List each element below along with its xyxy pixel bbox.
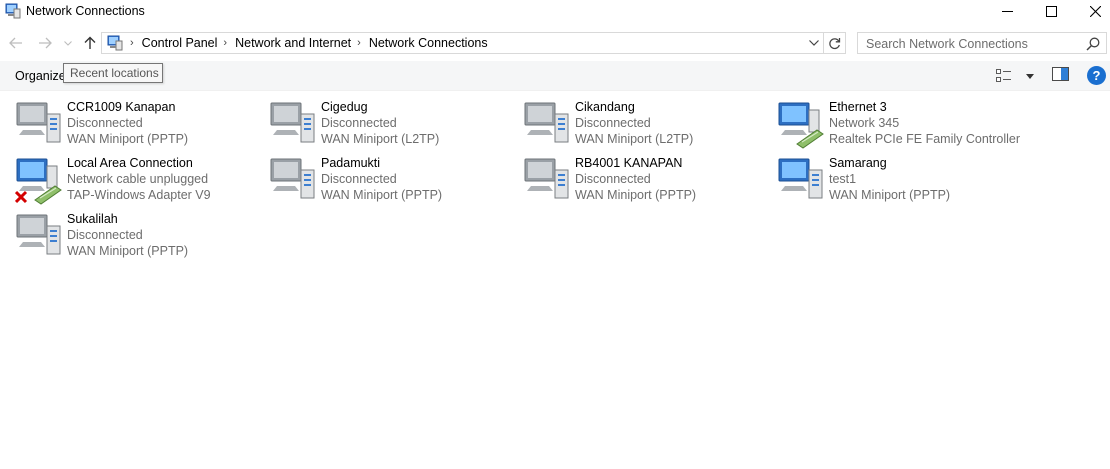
forward-button[interactable] [36,34,54,52]
connection-item-cigedug[interactable]: Cigedug Disconnected WAN Miniport (L2TP) [269,98,519,150]
connection-item-local-area-connection[interactable]: Local Area Connection Network cable unpl… [15,154,265,206]
back-button[interactable] [7,34,25,52]
help-button[interactable]: ? [1087,66,1106,85]
connection-device: WAN Miniport (L2TP) [575,132,694,146]
close-button[interactable] [1072,0,1110,22]
connection-status: Disconnected [67,228,143,242]
connection-status: Disconnected [575,172,651,186]
connection-device: TAP-Windows Adapter V9 [67,188,211,202]
preview-pane-button[interactable] [1052,67,1070,85]
chevron-down-icon [809,40,819,46]
ethernet-unplugged-icon [15,158,62,205]
vpn-connection-icon [16,214,61,255]
connection-device: WAN Miniport (L2TP) [321,132,440,146]
search-input[interactable]: Search Network Connections [857,32,1107,54]
connection-item-rb4001-kanapan[interactable]: RB4001 KANAPAN Disconnected WAN Miniport… [523,154,773,206]
maximize-button[interactable] [1028,0,1074,22]
details-view-icon [996,69,1011,82]
network-connections-icon [107,35,123,51]
connection-device: WAN Miniport (PPTP) [67,132,189,146]
connection-name: Sukalilah [67,212,118,226]
vpn-connection-icon [524,158,569,199]
address-history-dropdown[interactable] [807,36,821,50]
vpn-connected-icon [778,158,823,199]
close-icon [1089,5,1101,17]
connection-name: Ethernet 3 [829,100,887,114]
ethernet-connection-icon [778,102,824,149]
connection-item-ccr1009-kanapan[interactable]: CCR1009 Kanapan Disconnected WAN Minipor… [15,98,265,150]
search-icon [1086,37,1100,51]
refresh-icon [829,37,841,49]
chevron-down-icon [64,40,72,46]
connection-device: Realtek PCIe FE Family Controller [829,132,1021,146]
breadcrumb-control-panel[interactable]: Control Panel [142,36,218,50]
connection-status: Disconnected [321,116,397,130]
breadcrumb-network-connections[interactable]: Network Connections [369,36,488,50]
network-connections-icon [5,3,21,19]
address-bar[interactable]: › Control Panel › Network and Internet ›… [101,32,824,54]
connection-device: WAN Miniport (PPTP) [829,188,951,202]
connection-name: Padamukti [321,156,381,170]
breadcrumb-network-and-internet[interactable]: Network and Internet [235,36,351,50]
connection-status: Disconnected [575,116,651,130]
arrow-up-icon [84,36,96,49]
connection-status: Network 345 [829,116,900,130]
connection-status: test1 [829,172,857,186]
connection-name: CCR1009 Kanapan [67,100,176,114]
chevron-right-icon[interactable]: › [357,37,361,49]
change-view-button[interactable] [996,67,1034,85]
vpn-connection-icon [270,102,315,143]
connection-name: Cigedug [321,100,368,114]
connection-item-ethernet-3[interactable]: Ethernet 3 Network 345 Realtek PCIe FE F… [777,98,1027,150]
chevron-down-icon[interactable] [1026,73,1034,79]
up-button[interactable] [81,34,99,52]
connection-item-cikandang[interactable]: Cikandang Disconnected WAN Miniport (L2T… [523,98,773,150]
connection-item-sukalilah[interactable]: Sukalilah Disconnected WAN Miniport (PPT… [15,210,265,262]
connection-status: Disconnected [321,172,397,186]
connection-status: Network cable unplugged [67,172,209,186]
vpn-connection-icon [270,158,315,199]
tooltip: Recent locations [63,63,163,83]
arrow-right-icon [39,37,52,49]
vpn-connection-icon [524,102,569,143]
refresh-button[interactable] [824,32,846,54]
connection-device: WAN Miniport (PPTP) [321,188,443,202]
search-placeholder: Search Network Connections [866,37,1028,51]
connection-name: Local Area Connection [67,156,193,170]
recent-locations-button[interactable] [61,34,75,52]
minimize-button[interactable] [984,0,1030,22]
arrow-left-icon [9,37,22,49]
organize-button[interactable]: Organize [15,69,66,83]
connection-status: Disconnected [67,116,143,130]
connection-name: Samarang [829,156,887,170]
connection-name: Cikandang [575,100,635,114]
maximize-icon [1045,5,1057,17]
command-bar: Organize [0,61,1110,91]
connection-name: RB4001 KANAPAN [575,156,683,170]
chevron-right-icon[interactable]: › [130,37,134,49]
connection-device: WAN Miniport (PPTP) [575,188,697,202]
preview-pane-icon [1052,67,1069,81]
vpn-connection-icon [16,102,61,143]
connection-item-padamukti[interactable]: Padamukti Disconnected WAN Miniport (PPT… [269,154,519,206]
minimize-icon [1001,10,1013,12]
connection-device: WAN Miniport (PPTP) [67,244,189,258]
title-bar: Network Connections [0,0,1110,24]
connection-item-samarang[interactable]: Samarang test1 WAN Miniport (PPTP) [777,154,1027,206]
chevron-right-icon[interactable]: › [223,37,227,49]
window-title: Network Connections [26,4,145,18]
breadcrumb: › Control Panel › Network and Internet ›… [128,36,492,50]
